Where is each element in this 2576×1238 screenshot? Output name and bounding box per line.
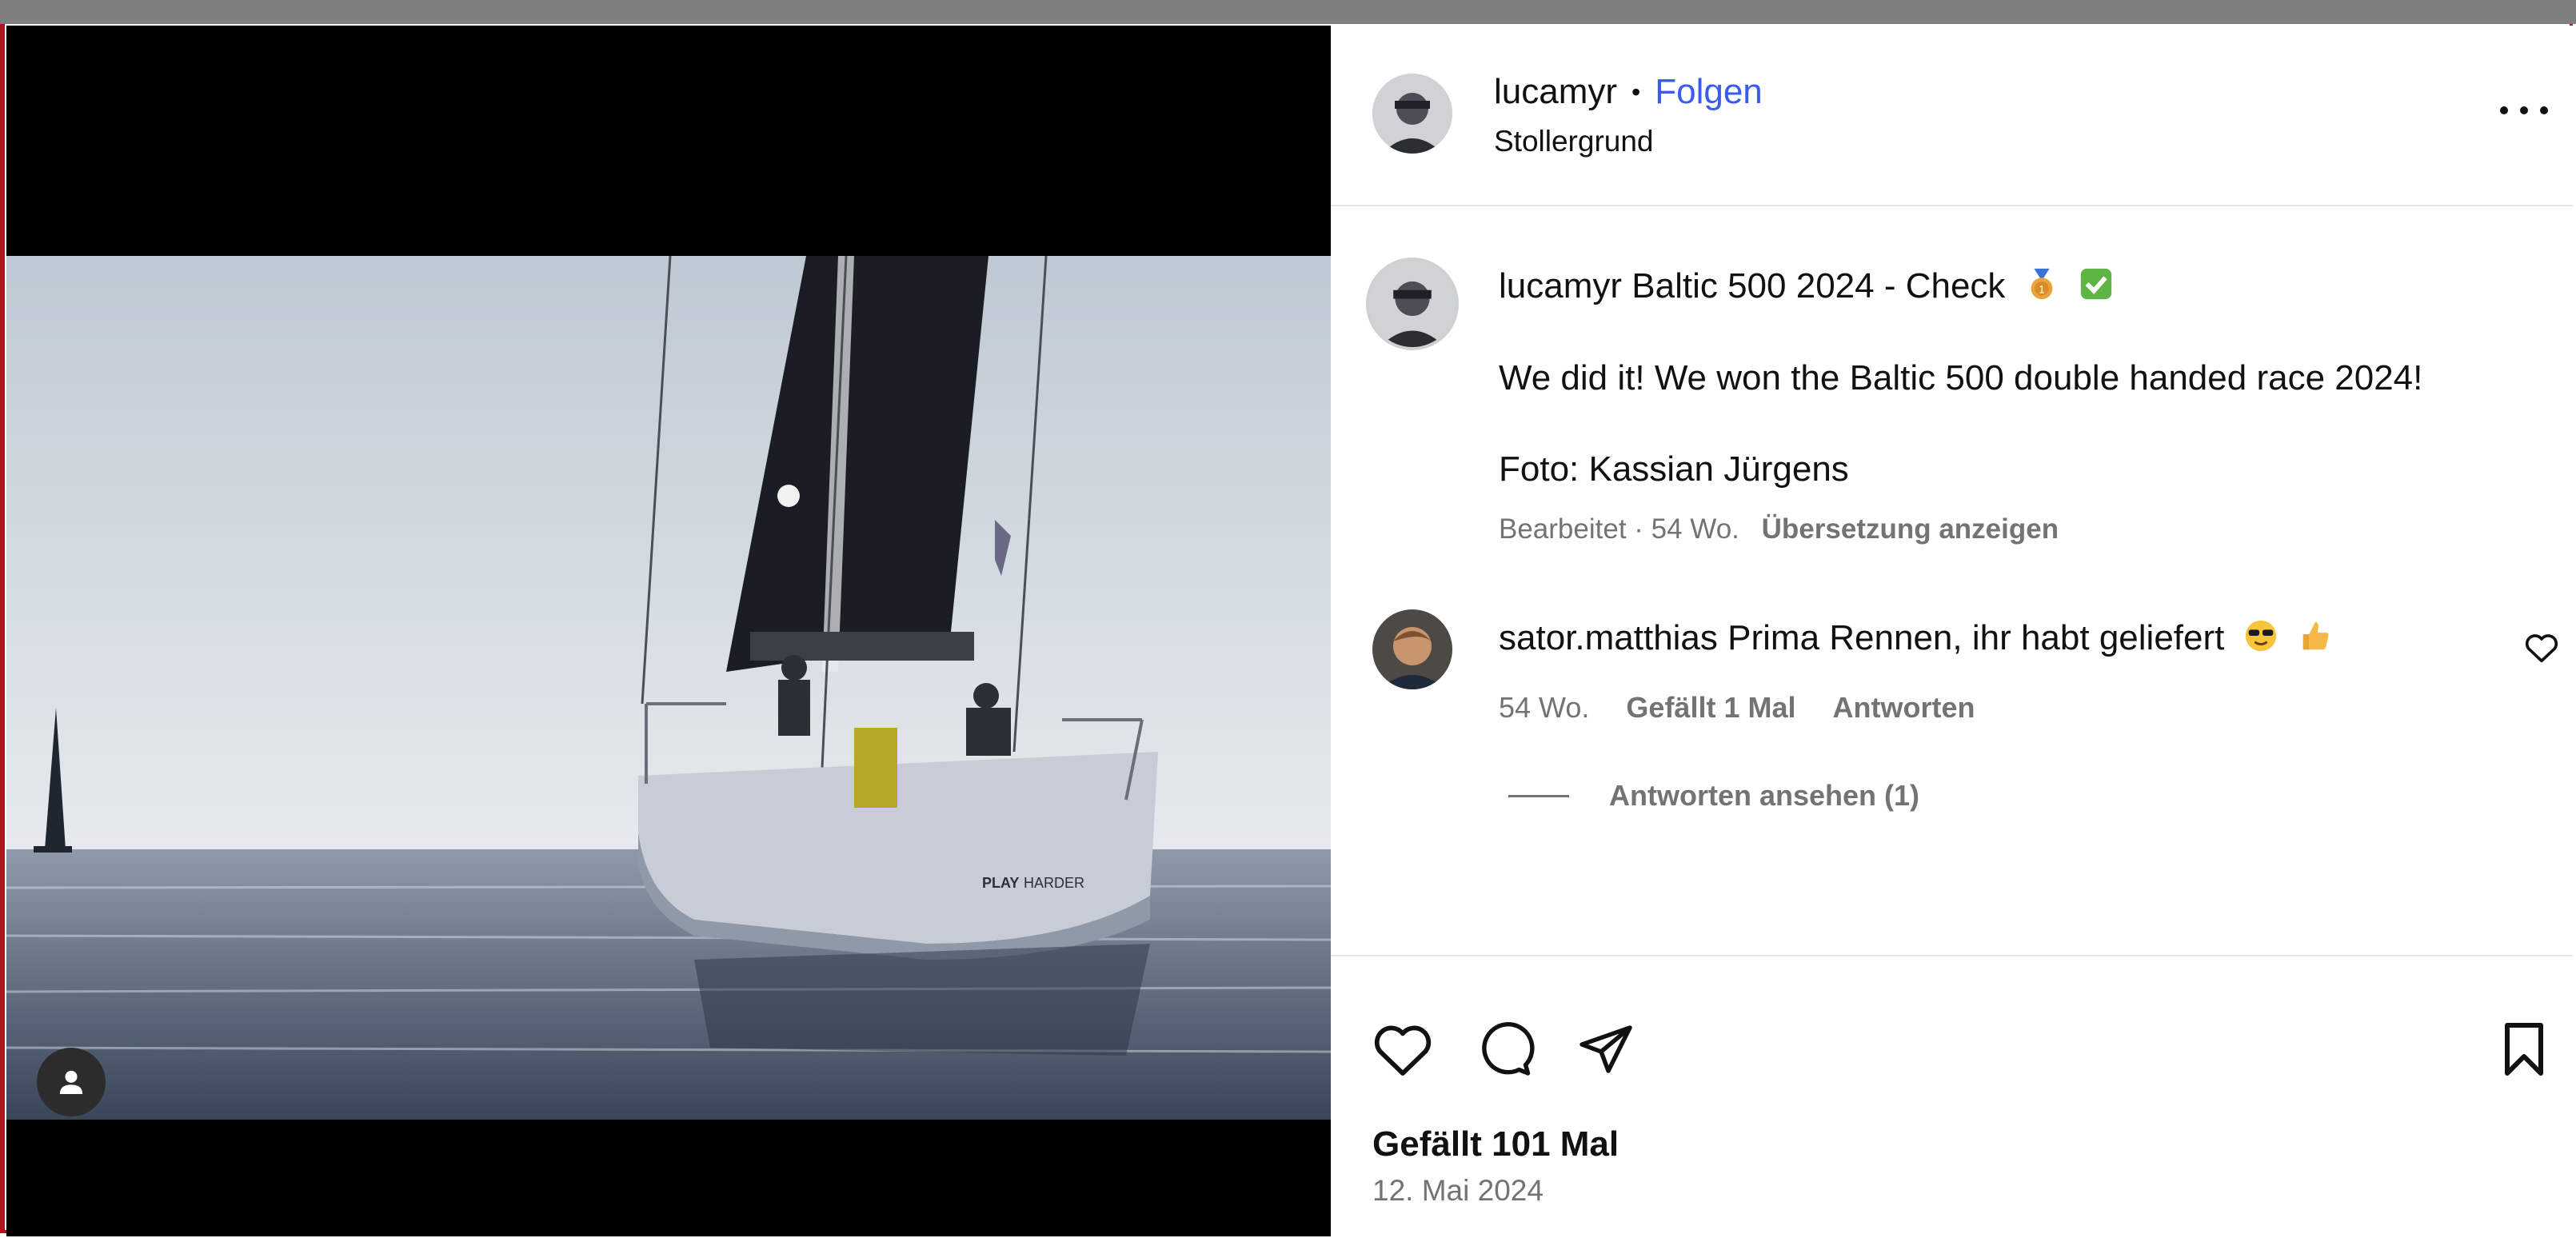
post-date: 12. Mai 2024 xyxy=(1372,1174,1544,1207)
post-panel: lucamyr • Folgen Stollergrund lucamyr Ba… xyxy=(1331,26,2573,1236)
more-icon[interactable] xyxy=(2500,94,2548,126)
boat-name-harder: HARDER xyxy=(1024,875,1084,891)
caption-edited-age: Bearbeitet · 54 Wo. xyxy=(1499,513,1739,545)
replies-line xyxy=(1508,794,1569,797)
author-line: lucamyr • Folgen xyxy=(1494,72,1763,112)
comment-heart-icon[interactable] xyxy=(2524,632,2559,664)
sunglasses-emoji xyxy=(2243,617,2279,663)
author-username[interactable]: lucamyr xyxy=(1494,72,1617,112)
caption-username[interactable]: lucamyr xyxy=(1499,266,1622,306)
view-replies-label: Antworten ansehen (1) xyxy=(1609,779,1920,812)
caption-line-3: Foto: Kassian Jürgens xyxy=(1499,449,1849,489)
caption-title: Baltic 500 2024 - Check xyxy=(1631,266,2006,306)
medal-emoji: 1 xyxy=(2023,266,2060,311)
comment-icon[interactable] xyxy=(1475,1020,1536,1078)
comment-meta: 54 Wo. Gefällt 1 Mal Antworten xyxy=(1499,691,2003,725)
caption-line-2: We did it! We won the Baltic 500 double … xyxy=(1499,358,2423,397)
caption-first-line: lucamyr Baltic 500 2024 - Check 1 xyxy=(1499,266,2115,311)
follow-button[interactable]: Folgen xyxy=(1655,72,1763,112)
comment-age: 54 Wo. xyxy=(1499,691,1590,724)
boat-name-play: PLAY xyxy=(982,875,1019,891)
post-photo: PLAY HARDER xyxy=(6,256,1331,1120)
author-avatar[interactable] xyxy=(1372,74,1452,154)
caption-meta: Bearbeitet · 54 Wo. Übersetzung anzeigen xyxy=(1499,513,2059,545)
svg-text:1: 1 xyxy=(2039,284,2044,296)
user-tag-icon xyxy=(59,1070,83,1094)
post-media[interactable]: PLAY HARDER xyxy=(6,26,1331,1236)
check-emoji xyxy=(2078,266,2115,311)
user-tag-button[interactable] xyxy=(37,1048,106,1116)
translate-link[interactable]: Übersetzung anzeigen xyxy=(1762,513,2059,545)
post-actions: Gefällt 101 Mal 12. Mai 2024 xyxy=(1331,955,2573,1238)
bookmark-icon[interactable] xyxy=(2498,1020,2550,1078)
comment-likes-link[interactable]: Gefällt 1 Mal xyxy=(1626,691,1795,724)
hull xyxy=(638,752,1158,944)
commenter-avatar[interactable] xyxy=(1372,609,1452,689)
heart-icon[interactable] xyxy=(1372,1020,1433,1078)
likes-count[interactable]: Gefällt 101 Mal xyxy=(1372,1124,1619,1164)
comment-username[interactable]: sator.matthias xyxy=(1499,618,1718,657)
post-location[interactable]: Stollergrund xyxy=(1494,125,1654,158)
post-header: lucamyr • Folgen Stollergrund xyxy=(1331,26,2573,206)
share-icon[interactable] xyxy=(1576,1020,1636,1078)
caption-author-avatar[interactable] xyxy=(1366,258,1459,350)
window-top-bar xyxy=(0,0,2576,24)
thumbs-up-emoji xyxy=(2297,617,2334,663)
comment-text: Prima Rennen, ihr habt geliefert xyxy=(1727,618,2225,658)
separator-dot: • xyxy=(1631,77,1641,106)
reply-button[interactable]: Antworten xyxy=(1833,691,1975,724)
comment-text-line: sator.matthias Prima Rennen, ihr habt ge… xyxy=(1499,617,2334,663)
view-replies-button[interactable]: Antworten ansehen (1) xyxy=(1508,779,1919,813)
